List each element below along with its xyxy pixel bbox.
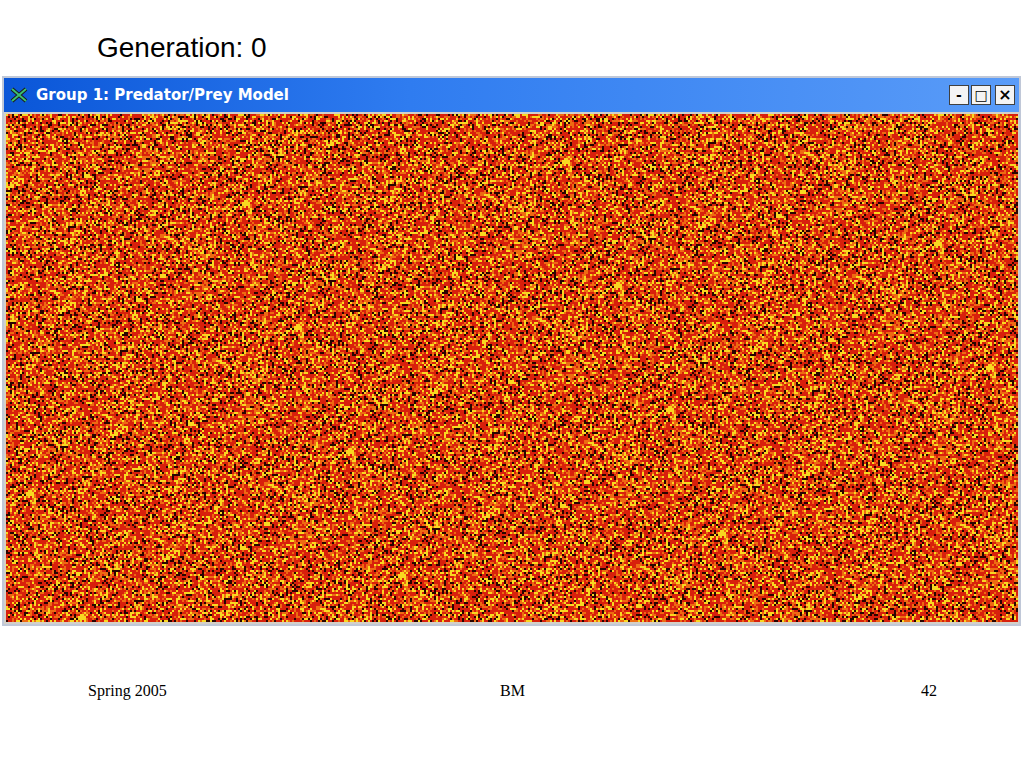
slide-title: Generation: 0 xyxy=(0,0,1024,76)
close-button[interactable]: × xyxy=(995,85,1015,105)
footer-date: Spring 2005 xyxy=(88,682,500,700)
slide: Generation: 0 Group 1: Predator/Prey Mod… xyxy=(0,0,1024,768)
footer-author: BM xyxy=(500,682,525,700)
minimize-button[interactable]: - xyxy=(949,85,969,105)
maximize-button[interactable]: □ xyxy=(971,85,991,105)
population-grid xyxy=(6,114,1018,622)
title-bar[interactable]: Group 1: Predator/Prey Model -□× xyxy=(4,78,1019,112)
slide-number: 42 xyxy=(525,682,937,700)
slide-footer: Spring 2005 BM 42 xyxy=(0,682,1024,700)
grid-view xyxy=(4,112,1019,624)
window-buttons: -□× xyxy=(949,85,1015,105)
window-title: Group 1: Predator/Prey Model xyxy=(36,86,941,104)
app-icon xyxy=(10,87,28,103)
simulation-window: Group 1: Predator/Prey Model -□× xyxy=(2,76,1021,626)
